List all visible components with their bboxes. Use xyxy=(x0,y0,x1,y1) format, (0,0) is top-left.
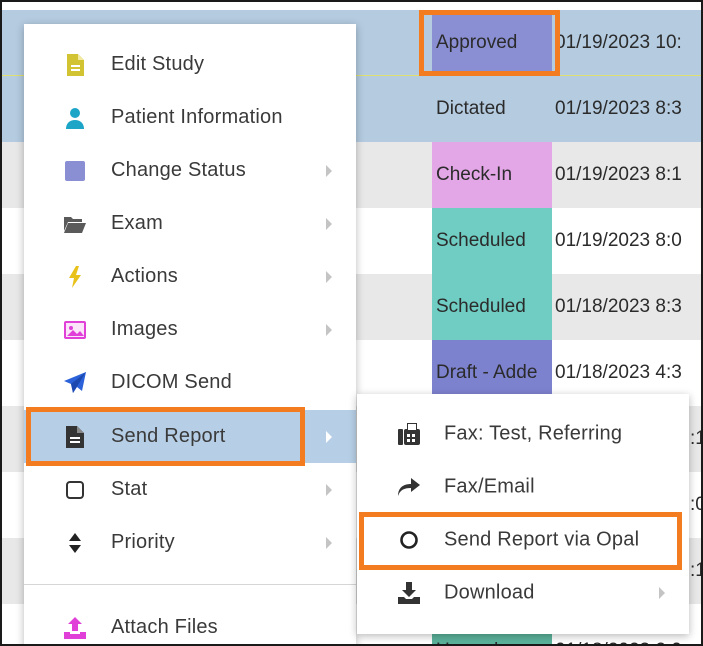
paper-plane-icon xyxy=(64,371,86,394)
chevron-right-icon xyxy=(324,270,334,284)
submenu-item-label: Fax: Test, Referring xyxy=(444,422,623,444)
menu-item-patient-information[interactable]: Patient Information xyxy=(24,91,356,144)
menu-item-change-status[interactable]: Change Status xyxy=(24,144,356,197)
menu-item-stat[interactable]: Stat xyxy=(24,463,356,516)
checkbox-icon xyxy=(64,479,86,501)
menu-item-label: Patient Information xyxy=(111,106,283,128)
submenu-item-label: Download xyxy=(444,581,535,603)
menu-item-exam[interactable]: Exam xyxy=(24,197,356,250)
menu-item-images[interactable]: Images xyxy=(24,303,356,356)
menu-item-attach-files[interactable]: Attach Files xyxy=(24,601,356,644)
menu-item-label: Change Status xyxy=(111,159,246,181)
chevron-right-icon xyxy=(657,586,667,600)
submenu-item-fax-email[interactable]: Fax/Email xyxy=(357,460,689,513)
date-cell: 01/18/2023 8:3 xyxy=(555,296,682,317)
context-menu: Edit Study Patient Information Change St… xyxy=(24,24,356,644)
approved-highlight-box xyxy=(419,10,560,76)
lightning-bolt-icon xyxy=(64,265,86,288)
menu-item-actions[interactable]: Actions xyxy=(24,250,356,303)
send-report-highlight-box xyxy=(26,407,305,466)
date-cell: 01/19/2023 8:0 xyxy=(555,230,682,251)
upload-icon xyxy=(64,616,86,639)
chevron-right-icon xyxy=(324,217,334,231)
status-cell: Scheduled xyxy=(432,274,552,340)
date-cell: :0 xyxy=(690,494,701,515)
date-cell: 01/19/2023 10: xyxy=(555,32,682,53)
menu-item-label: Images xyxy=(111,318,178,340)
menu-item-priority[interactable]: Priority xyxy=(24,516,356,569)
status-square-icon xyxy=(64,160,86,182)
date-cell: :1 xyxy=(690,428,701,449)
menu-divider xyxy=(24,584,356,585)
chevron-right-icon xyxy=(324,164,334,178)
send-via-opal-highlight-box xyxy=(359,512,682,570)
menu-item-dicom-send[interactable]: DICOM Send xyxy=(24,356,356,409)
download-icon xyxy=(397,581,421,605)
chevron-right-icon xyxy=(324,430,334,444)
folder-open-icon xyxy=(64,213,86,235)
image-icon xyxy=(64,319,86,341)
share-arrow-icon xyxy=(397,475,421,499)
menu-item-label: Exam xyxy=(111,212,163,234)
menu-item-label: Priority xyxy=(111,531,175,553)
menu-item-label: Actions xyxy=(111,265,178,287)
menu-item-label: Attach Files xyxy=(111,616,218,638)
fax-icon xyxy=(397,422,421,446)
menu-item-label: Stat xyxy=(111,478,148,500)
chevron-right-icon xyxy=(324,323,334,337)
menu-item-edit-study[interactable]: Edit Study xyxy=(24,38,356,91)
chevron-right-icon xyxy=(324,536,334,550)
submenu-item-label: Fax/Email xyxy=(444,475,535,497)
status-cell: Scheduled xyxy=(432,208,552,274)
menu-item-label: DICOM Send xyxy=(111,371,232,393)
date-cell: 01/19/2023 8:1 xyxy=(555,164,682,185)
screenshot-frame: Approved 01/19/2023 10: Dictated 01/19/2… xyxy=(0,0,703,646)
submenu-item-download[interactable]: Download xyxy=(357,566,689,619)
sort-arrows-icon xyxy=(64,532,86,554)
person-icon xyxy=(64,107,86,129)
edit-document-icon xyxy=(64,53,86,76)
status-cell: Check-In xyxy=(432,142,552,208)
date-cell: :1 xyxy=(690,560,701,581)
status-cell: Dictated xyxy=(436,98,506,119)
menu-item-label: Edit Study xyxy=(111,53,205,75)
date-cell: 01/19/2023 8:3 xyxy=(555,98,682,119)
submenu-item-fax-test-referring[interactable]: Fax: Test, Referring xyxy=(357,407,689,460)
chevron-right-icon xyxy=(324,483,334,497)
